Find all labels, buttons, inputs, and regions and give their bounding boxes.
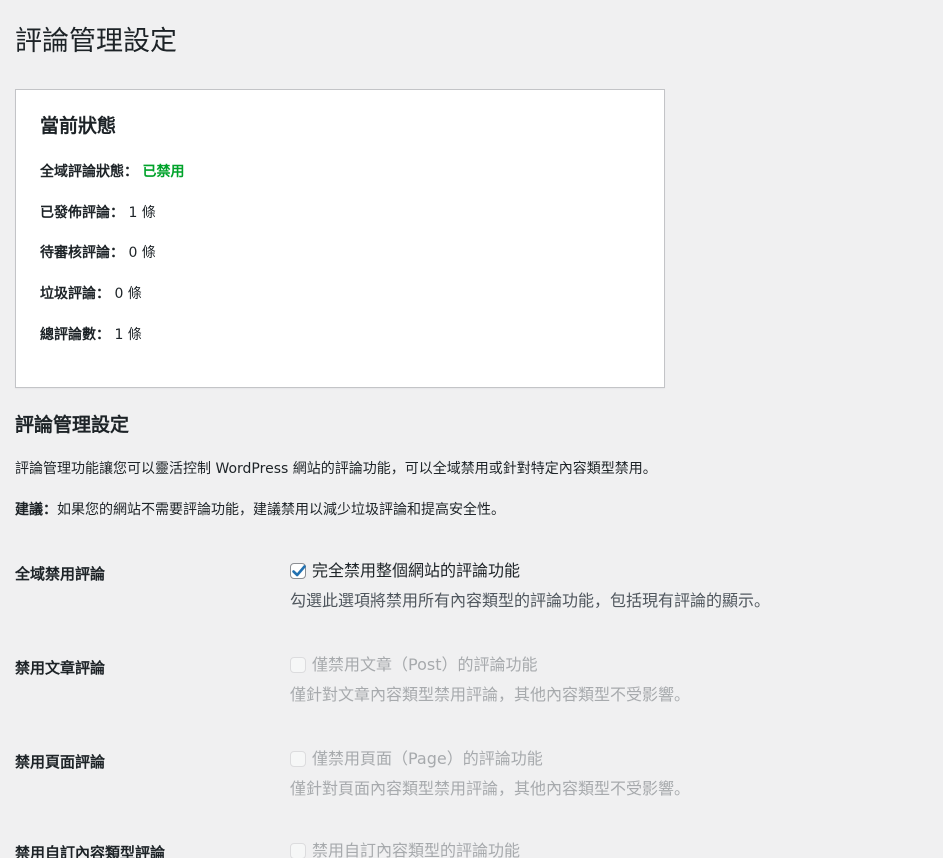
checkbox-label-posts: 僅禁用文章（Post）的評論功能 <box>312 655 538 674</box>
row-label-pages: 禁用頁面評論 <box>15 753 106 771</box>
settings-description: 評論管理功能讓您可以靈活控制 WordPress 網站的評論功能，可以全域禁用或… <box>15 461 657 477</box>
tip-text: 如果您的網站不需要評論功能，建議禁用以減少垃圾評論和提高安全性。 <box>57 502 505 518</box>
settings-heading: 評論管理設定 <box>15 414 130 436</box>
checkbox-global[interactable] <box>290 563 306 579</box>
checkbox-line-custom[interactable]: 禁用自訂內容類型的評論功能 <box>290 839 520 858</box>
global-status-label: 全域評論狀態： <box>40 164 138 180</box>
field-custom: 禁用自訂內容類型的評論功能 <box>290 839 520 858</box>
pending-count: 待審核評論： 0 條 <box>40 242 156 264</box>
total-value: 1 條 <box>114 327 142 343</box>
spam-count: 垃圾評論： 0 條 <box>40 283 142 305</box>
field-global: 完全禁用整個網站的評論功能 勾選此選項將禁用所有內容類型的評論功能，包括現有評論… <box>290 559 770 613</box>
row-label-custom: 禁用自訂內容類型評論 <box>15 844 166 858</box>
checkbox-line-global[interactable]: 完全禁用整個網站的評論功能 <box>290 559 770 583</box>
tip-label: 建議： <box>15 502 57 518</box>
help-posts: 僅針對文章內容類型禁用評論，其他內容類型不受影響。 <box>290 685 691 704</box>
global-status-value: 已禁用 <box>142 164 185 180</box>
settings-tip: 建議：如果您的網站不需要評論功能，建議禁用以減少垃圾評論和提高安全性。 <box>15 499 505 521</box>
checkbox-custom[interactable] <box>290 843 306 858</box>
help-pages: 僅針對頁面內容類型禁用評論，其他內容類型不受影響。 <box>290 779 691 798</box>
global-status: 全域評論狀態： 已禁用 <box>40 161 184 183</box>
checkbox-pages[interactable] <box>290 751 306 767</box>
pending-label: 待審核評論： <box>40 245 124 261</box>
page-title: 評論管理設定 <box>15 26 177 57</box>
published-value: 1 條 <box>128 205 156 221</box>
checkbox-line-posts[interactable]: 僅禁用文章（Post）的評論功能 <box>290 653 690 677</box>
row-label-posts: 禁用文章評論 <box>15 659 106 677</box>
checkbox-posts[interactable] <box>290 657 306 673</box>
row-label-global: 全域禁用評論 <box>15 565 106 583</box>
help-global: 勾選此選項將禁用所有內容類型的評論功能，包括現有評論的顯示。 <box>290 591 771 610</box>
field-pages: 僅禁用頁面（Page）的評論功能 僅針對頁面內容類型禁用評論，其他內容類型不受影… <box>290 747 690 801</box>
status-heading: 當前狀態 <box>40 115 117 137</box>
field-posts: 僅禁用文章（Post）的評論功能 僅針對文章內容類型禁用評論，其他內容類型不受影… <box>290 653 690 707</box>
published-label: 已發佈評論： <box>40 205 124 221</box>
spam-label: 垃圾評論： <box>40 286 110 302</box>
checkbox-label-pages: 僅禁用頁面（Page）的評論功能 <box>312 749 543 768</box>
checkmark-icon <box>292 565 306 577</box>
published-count: 已發佈評論： 1 條 <box>40 202 156 224</box>
total-count: 總評論數： 1 條 <box>40 324 142 346</box>
total-label: 總評論數： <box>40 327 110 343</box>
spam-value: 0 條 <box>114 286 142 302</box>
checkbox-label-custom: 禁用自訂內容類型的評論功能 <box>312 841 521 858</box>
checkbox-line-pages[interactable]: 僅禁用頁面（Page）的評論功能 <box>290 747 690 771</box>
checkbox-label-global: 完全禁用整個網站的評論功能 <box>312 561 521 580</box>
pending-value: 0 條 <box>128 245 156 261</box>
